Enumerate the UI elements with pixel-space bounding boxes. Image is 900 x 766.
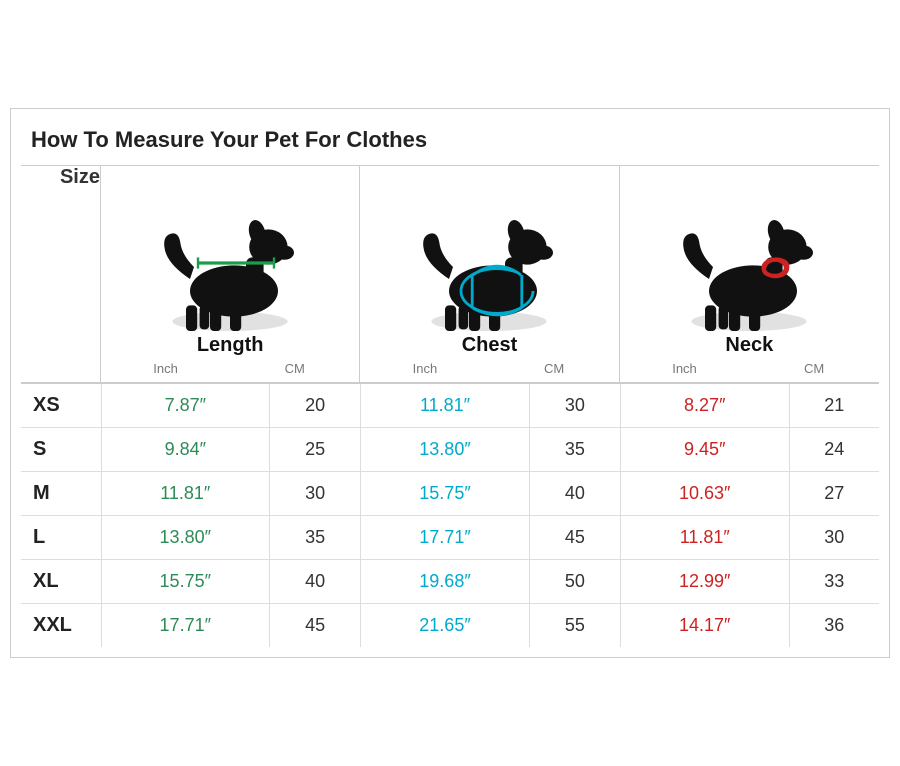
table-row: M 11.81″ 30 15.75″ 40 10.63″ 27 [21,472,879,516]
table-row: XS 7.87″ 20 11.81″ 30 8.27″ 21 [21,384,879,428]
neck-label: Neck [725,334,773,357]
neck-cm-cell: 36 [789,604,879,648]
length-inch-cell: 9.84″ [101,428,270,472]
neck-sub-headers: Inch CM [620,361,879,376]
neck-cm-cell: 33 [789,560,879,604]
chest-cm-header: CM [490,361,619,376]
neck-cm-cell: 30 [789,516,879,560]
chest-inch-header: Inch [360,361,489,376]
length-inch-header: Inch [101,361,230,376]
table-row: XXL 17.71″ 45 21.65″ 55 14.17″ 36 [21,604,879,648]
table-row: L 13.80″ 35 17.71″ 45 11.81″ 30 [21,516,879,560]
length-cm-cell: 20 [270,384,361,428]
length-inch-cell: 11.81″ [101,472,270,516]
neck-inch-cell: 8.27″ [620,384,789,428]
neck-inch-cell: 14.17″ [620,604,789,648]
chest-inch-cell: 21.65″ [361,604,530,648]
neck-cm-cell: 21 [789,384,879,428]
size-header-label: Size [60,166,100,189]
length-inch-cell: 15.75″ [101,560,270,604]
length-header-cell: Length Inch CM [101,166,360,382]
chart-container: How To Measure Your Pet For Clothes Size [10,108,890,658]
chart-title: How To Measure Your Pet For Clothes [21,119,879,166]
neck-dog-svg [669,184,829,334]
chest-dog-wrap [360,174,618,334]
chest-inch-cell: 15.75″ [361,472,530,516]
table-row: XL 15.75″ 40 19.68″ 50 12.99″ 33 [21,560,879,604]
chest-label: Chest [462,334,518,357]
neck-cm-header: CM [749,361,879,376]
size-cell: XXL [21,604,101,648]
chest-inch-cell: 19.68″ [361,560,530,604]
chest-inch-cell: 13.80″ [361,428,530,472]
neck-inch-cell: 12.99″ [620,560,789,604]
size-cell: XL [21,560,101,604]
chest-cm-cell: 35 [529,428,620,472]
chest-cm-cell: 30 [529,384,620,428]
chest-cm-cell: 50 [529,560,620,604]
neck-inch-cell: 9.45″ [620,428,789,472]
neck-inch-cell: 11.81″ [620,516,789,560]
length-cm-header: CM [230,361,359,376]
length-inch-cell: 13.80″ [101,516,270,560]
length-cm-cell: 35 [270,516,361,560]
neck-inch-header: Inch [620,361,750,376]
chest-cm-cell: 40 [529,472,620,516]
chest-cm-cell: 45 [529,516,620,560]
chest-cm-cell: 55 [529,604,620,648]
length-inch-cell: 7.87″ [101,384,270,428]
chest-sub-headers: Inch CM [360,361,618,376]
neck-inch-cell: 10.63″ [620,472,789,516]
length-inch-cell: 17.71″ [101,604,270,648]
table-row: S 9.84″ 25 13.80″ 35 9.45″ 24 [21,428,879,472]
size-cell: M [21,472,101,516]
size-cell: XS [21,384,101,428]
chest-header-cell: Chest Inch CM [360,166,619,382]
neck-dog-wrap [620,174,879,334]
length-cm-cell: 40 [270,560,361,604]
length-sub-headers: Inch CM [101,361,359,376]
neck-cm-cell: 24 [789,428,879,472]
neck-cm-cell: 27 [789,472,879,516]
chest-dog-svg [409,184,569,334]
length-cm-cell: 30 [270,472,361,516]
length-cm-cell: 45 [270,604,361,648]
chest-inch-cell: 11.81″ [361,384,530,428]
length-label: Length [197,334,264,357]
length-dog-wrap [101,174,359,334]
size-cell: L [21,516,101,560]
size-cell: S [21,428,101,472]
illustration-header: Size [21,166,879,384]
neck-header-cell: Neck Inch CM [620,166,879,382]
length-cm-cell: 25 [270,428,361,472]
chest-inch-cell: 17.71″ [361,516,530,560]
size-header-cell: Size [21,166,101,382]
length-dog-svg [150,184,310,334]
size-data-table: XS 7.87″ 20 11.81″ 30 8.27″ 21 S 9.84″ 2… [21,384,879,647]
